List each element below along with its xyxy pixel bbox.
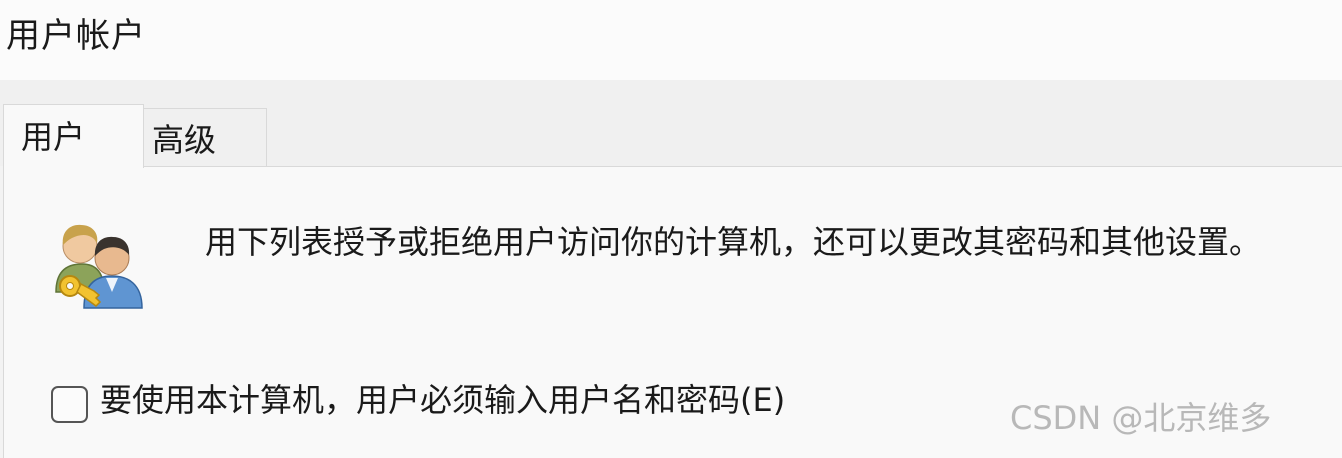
tab-advanced[interactable]: 高级: [143, 108, 267, 166]
title-bar: 用户帐户: [0, 0, 1342, 80]
require-password-checkbox[interactable]: [51, 386, 88, 423]
watermark-text: CSDN @北京维多: [1010, 399, 1272, 437]
require-password-label[interactable]: 要使用本计算机，用户必须输入用户名和密码(E): [100, 378, 785, 422]
users-description-text: 用下列表授予或拒绝用户访问你的计算机，还可以更改其密码和其他设置。: [205, 223, 1262, 261]
tab-users[interactable]: 用户: [3, 104, 144, 168]
tab-advanced-label: 高级: [152, 121, 217, 159]
users-key-icon: [55, 224, 143, 309]
tab-users-label: 用户: [21, 118, 86, 156]
window-title: 用户帐户: [6, 16, 146, 56]
